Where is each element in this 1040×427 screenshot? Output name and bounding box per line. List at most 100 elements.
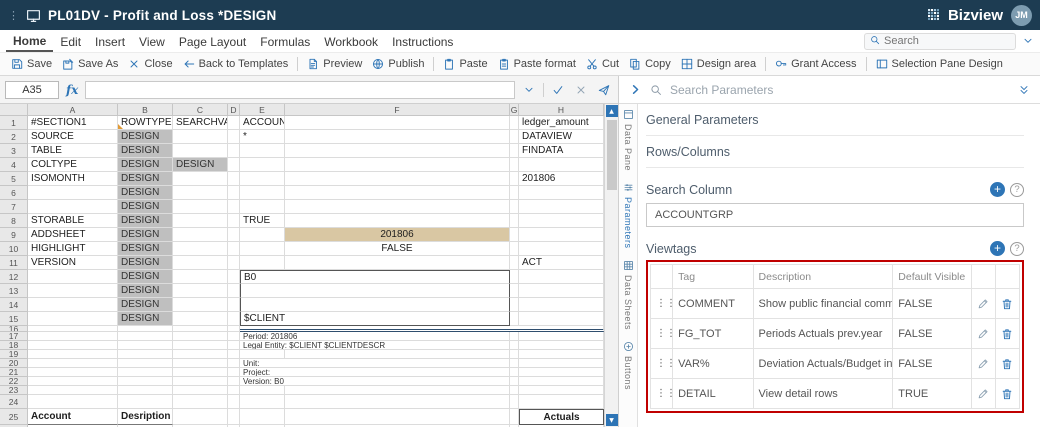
select-all-corner[interactable] bbox=[0, 104, 28, 116]
cell-G7[interactable] bbox=[510, 200, 519, 214]
cell-A2[interactable]: SOURCE bbox=[28, 130, 118, 144]
cell-B3[interactable]: DESIGN bbox=[118, 144, 173, 158]
cell-D15[interactable] bbox=[228, 312, 240, 326]
panel-search-input[interactable] bbox=[670, 82, 1010, 97]
cell-D24[interactable] bbox=[228, 395, 240, 409]
close-button[interactable]: Close bbox=[123, 56, 177, 72]
cell-C22[interactable] bbox=[173, 377, 228, 386]
menu-search-input[interactable] bbox=[884, 35, 1010, 47]
cell-E6[interactable] bbox=[240, 186, 285, 200]
cell-H2[interactable]: DATAVIEW bbox=[519, 130, 604, 144]
cell-D14[interactable] bbox=[228, 298, 240, 312]
cell-G3[interactable] bbox=[510, 144, 519, 158]
cell-F8[interactable] bbox=[285, 214, 510, 228]
cell-C15[interactable] bbox=[173, 312, 228, 326]
row-header-5[interactable]: 5 bbox=[0, 172, 28, 186]
cell-E25[interactable] bbox=[240, 409, 285, 425]
cell-F4[interactable] bbox=[285, 158, 510, 172]
cell-C19[interactable] bbox=[173, 350, 228, 359]
cell-E21[interactable]: Project: bbox=[240, 368, 510, 377]
row-header-18[interactable]: 18 bbox=[0, 341, 28, 350]
cell-B22[interactable] bbox=[118, 377, 173, 386]
row-header-10[interactable]: 10 bbox=[0, 242, 28, 256]
row-header-8[interactable]: 8 bbox=[0, 214, 28, 228]
cell-A15[interactable] bbox=[28, 312, 118, 326]
cell-C4[interactable]: DESIGN bbox=[173, 158, 228, 172]
cell-B5[interactable]: DESIGN bbox=[118, 172, 173, 186]
cell-E23[interactable] bbox=[240, 386, 285, 395]
cell-G12[interactable] bbox=[510, 270, 519, 284]
cell-F24[interactable] bbox=[285, 395, 510, 409]
menu-item-formulas[interactable]: Formulas bbox=[253, 30, 317, 52]
cell-A19[interactable] bbox=[28, 350, 118, 359]
cell-H7[interactable] bbox=[519, 200, 604, 214]
row-header-2[interactable]: 2 bbox=[0, 130, 28, 144]
cell-G5[interactable] bbox=[510, 172, 519, 186]
cell-G13[interactable] bbox=[510, 284, 519, 298]
drag-handle-icon[interactable]: ⋮⋮ bbox=[649, 348, 674, 379]
cell-C2[interactable] bbox=[173, 130, 228, 144]
cell-G15[interactable] bbox=[510, 312, 519, 326]
cell-G17[interactable] bbox=[510, 332, 519, 341]
row-header-9[interactable]: 9 bbox=[0, 228, 28, 242]
column-header-A[interactable]: A bbox=[28, 104, 118, 116]
add-search-column-button[interactable]: + bbox=[990, 182, 1005, 197]
cell-D12[interactable] bbox=[228, 270, 240, 284]
cell-E10[interactable] bbox=[240, 242, 285, 256]
drag-handle-icon[interactable]: ⋮⋮ bbox=[649, 378, 674, 409]
cell-name-box[interactable]: A35 bbox=[5, 80, 59, 99]
cell-G2[interactable] bbox=[510, 130, 519, 144]
cell-D8[interactable] bbox=[228, 214, 240, 228]
cell-E2[interactable]: * bbox=[240, 130, 285, 144]
cell-C8[interactable] bbox=[173, 214, 228, 228]
column-header-C[interactable]: C bbox=[173, 104, 228, 116]
send-button[interactable] bbox=[595, 81, 613, 99]
cell-H13[interactable] bbox=[519, 284, 604, 298]
cell-H14[interactable] bbox=[519, 298, 604, 312]
row-header-21[interactable]: 21 bbox=[0, 368, 28, 377]
cell-H6[interactable] bbox=[519, 186, 604, 200]
edit-viewtag-button[interactable] bbox=[977, 350, 990, 378]
scroll-down-button[interactable]: ▼ bbox=[605, 414, 618, 426]
cell-A10[interactable]: HIGHLIGHT bbox=[28, 242, 118, 256]
cell-B6[interactable]: DESIGN bbox=[118, 186, 173, 200]
row-header-1[interactable]: 1 bbox=[0, 116, 28, 130]
cell-E14[interactable] bbox=[240, 298, 510, 312]
menu-item-insert[interactable]: Insert bbox=[88, 30, 132, 52]
cell-F9[interactable]: 201806 bbox=[285, 228, 510, 242]
panel-tab-buttons[interactable]: Buttons bbox=[623, 341, 634, 390]
cell-E12[interactable]: B0 bbox=[240, 270, 510, 284]
cell-G10[interactable] bbox=[510, 242, 519, 256]
cell-F3[interactable] bbox=[285, 144, 510, 158]
cell-F19[interactable] bbox=[285, 350, 510, 359]
cell-B2[interactable]: DESIGN bbox=[118, 130, 173, 144]
menu-item-home[interactable]: Home bbox=[6, 30, 54, 52]
edit-viewtag-button[interactable] bbox=[977, 380, 990, 408]
menu-item-workbook[interactable]: Workbook bbox=[317, 30, 385, 52]
panel-tab-data-sheets[interactable]: Data Sheets bbox=[623, 260, 634, 330]
row-header-11[interactable]: 11 bbox=[0, 256, 28, 270]
row-header-13[interactable]: 13 bbox=[0, 284, 28, 298]
column-header-H[interactable]: H bbox=[519, 104, 604, 116]
cell-C13[interactable] bbox=[173, 284, 228, 298]
cell-B7[interactable]: DESIGN bbox=[118, 200, 173, 214]
cell-D22[interactable] bbox=[228, 377, 240, 386]
scroll-up-button[interactable]: ▲ bbox=[605, 105, 618, 117]
cell-B13[interactable]: DESIGN bbox=[118, 284, 173, 298]
cell-E13[interactable] bbox=[240, 284, 510, 298]
cell-B12[interactable]: DESIGN bbox=[118, 270, 173, 284]
cell-F6[interactable] bbox=[285, 186, 510, 200]
cell-B25[interactable]: Desription bbox=[118, 409, 173, 425]
cell-B18[interactable] bbox=[118, 341, 173, 350]
double-chevron-down-icon[interactable] bbox=[1018, 84, 1030, 96]
cell-D7[interactable] bbox=[228, 200, 240, 214]
column-header-E[interactable]: E bbox=[240, 104, 285, 116]
delete-viewtag-button[interactable] bbox=[1001, 380, 1014, 408]
cell-B1[interactable]: ROWTYPE bbox=[118, 116, 173, 130]
help-icon[interactable]: ? bbox=[1010, 241, 1024, 256]
cell-E22[interactable]: Version: B0 bbox=[240, 377, 510, 386]
cell-A7[interactable] bbox=[28, 200, 118, 214]
design-area-button[interactable]: Design area bbox=[676, 56, 761, 72]
cell-H11[interactable]: ACT bbox=[519, 256, 604, 270]
edit-viewtag-button[interactable] bbox=[977, 320, 990, 348]
